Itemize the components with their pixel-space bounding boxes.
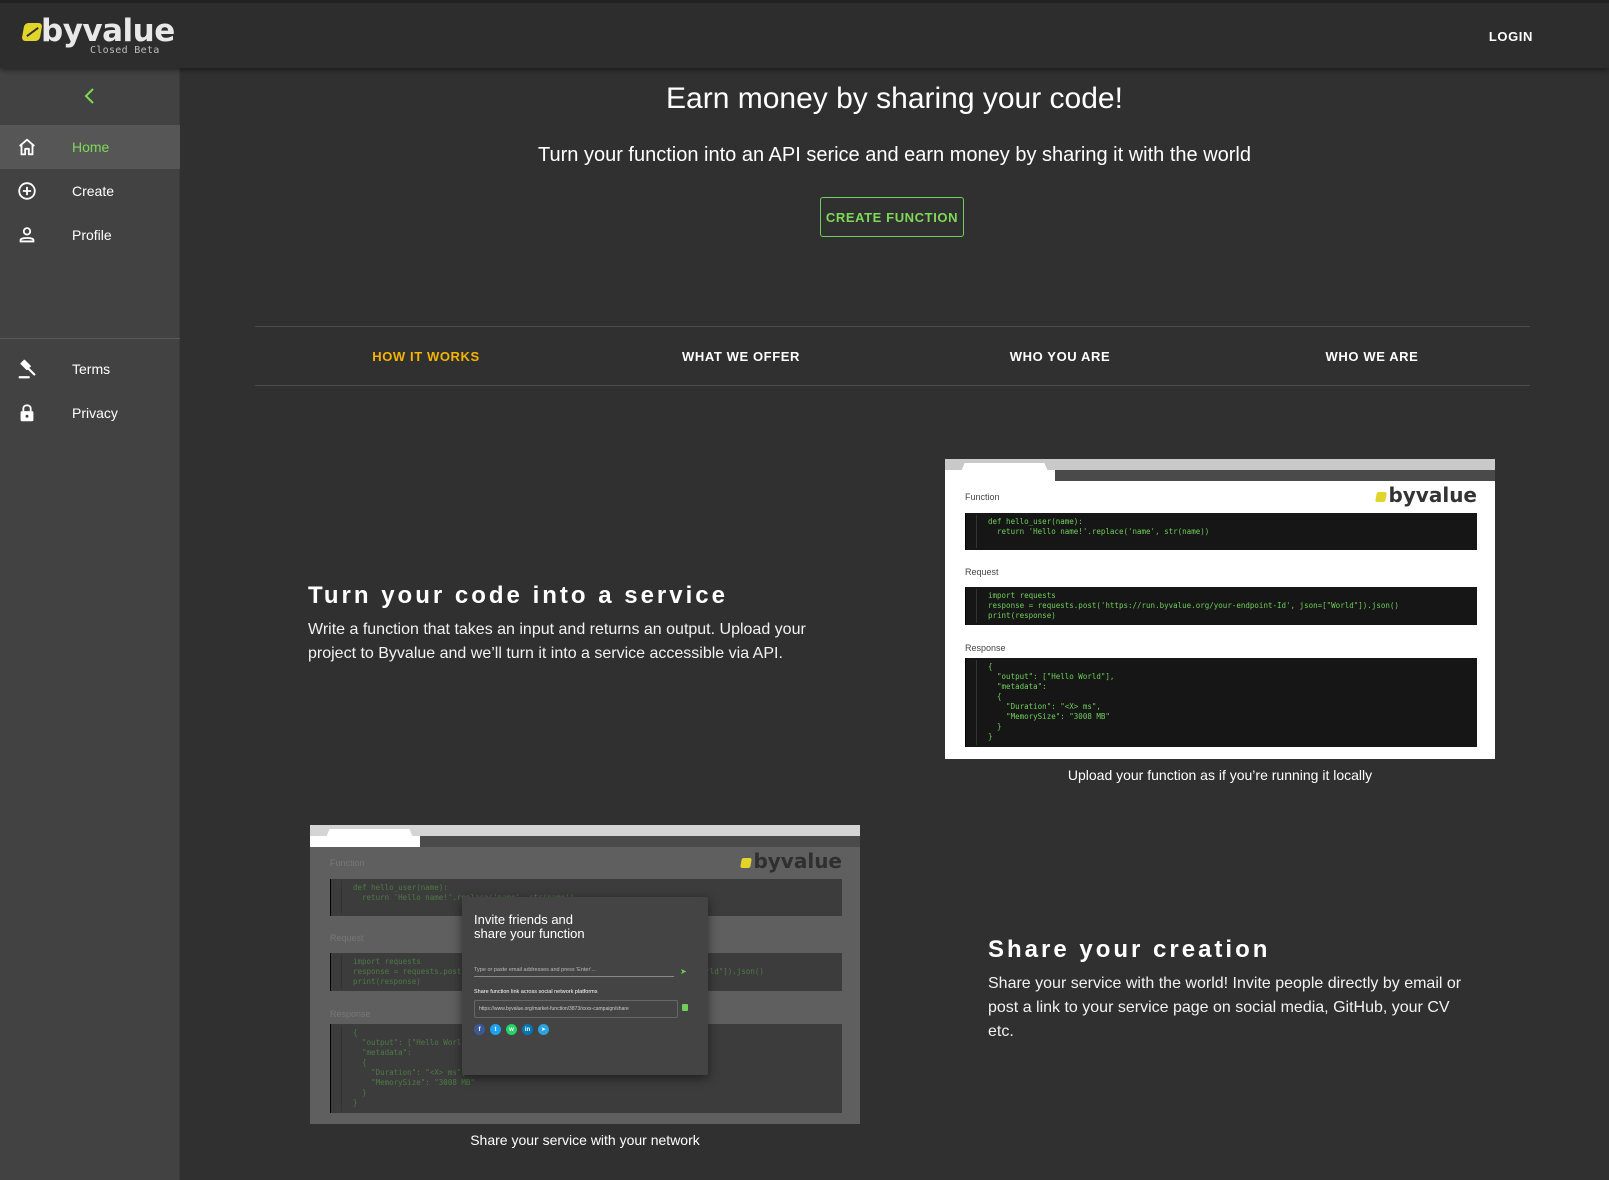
add-circle-icon: [18, 182, 36, 200]
sidebar-item-label: Home: [72, 139, 110, 155]
send-icon: ➤: [680, 967, 687, 976]
window-tab-bar: [310, 825, 860, 847]
tab-what-we-offer[interactable]: WHAT WE OFFER: [591, 327, 891, 385]
section-tabs: HOW IT WORKS WHAT WE OFFER WHO YOU ARE W…: [255, 326, 1530, 386]
screenshot-caption: Share your service with your network: [470, 1132, 700, 1148]
sidebar-collapse-button[interactable]: [0, 76, 180, 116]
logo-text: byvalue: [41, 13, 175, 49]
sidebar: Home Create Profile Terms Privacy: [0, 68, 180, 1180]
email-input-underline: [474, 976, 674, 977]
tab-who-you-are[interactable]: WHO YOU ARE: [910, 327, 1210, 385]
hero-subtitle: Turn your function into an API serice an…: [538, 144, 1251, 166]
logo-subtitle: Closed Beta: [90, 45, 160, 56]
chevron-left-icon: [84, 88, 94, 104]
sidebar-item-privacy[interactable]: Privacy: [0, 391, 180, 435]
byvalue-logo[interactable]: byvalue Closed Beta: [21, 13, 182, 57]
request-label: Request: [965, 567, 999, 577]
section-title: Share your creation: [988, 936, 1271, 963]
linkedin-icon: in: [522, 1024, 533, 1035]
logo-mark-icon: [21, 23, 43, 41]
person-icon: [19, 227, 35, 243]
tab-who-we-are[interactable]: WHO WE ARE: [1222, 327, 1522, 385]
hero-title: Earn money by sharing your code!: [666, 82, 1123, 115]
login-button[interactable]: LOGIN: [1489, 29, 1533, 44]
screenshot-caption: Upload your function as if you’re runnin…: [1067, 767, 1373, 783]
sidebar-item-label: Terms: [72, 361, 111, 377]
section-body: Share your service with the world! Invit…: [988, 975, 1462, 1040]
sidebar-item-label: Profile: [72, 227, 112, 243]
dialog-title: Invite friends and share your function: [474, 912, 585, 941]
mini-byvalue-logo: byvalue: [1375, 483, 1477, 507]
mini-logo-text: byvalue: [753, 849, 842, 873]
lock-icon: [20, 404, 34, 422]
invite-dialog: Invite friends and share your function T…: [462, 897, 708, 1075]
sidebar-item-label: Privacy: [72, 405, 118, 421]
mini-logo-text: byvalue: [1388, 483, 1477, 507]
share-label: Share function link across social networ…: [474, 989, 598, 995]
twitter-icon: t: [490, 1024, 501, 1035]
request-code-block: import requests response = requests.post…: [965, 587, 1477, 625]
share-function-screenshot: Function byvalue def hello_user(name): r…: [310, 825, 860, 1124]
request-label: Request: [330, 933, 364, 943]
sidebar-item-create[interactable]: Create: [0, 169, 180, 213]
function-code-block: def hello_user(name): return 'Hello name…: [965, 513, 1477, 550]
function-label: Function: [330, 858, 365, 868]
response-code-block: { "output": ["Hello World"], "metadata":…: [965, 658, 1477, 747]
logo-mark-icon: [1375, 492, 1388, 502]
sidebar-item-home[interactable]: Home: [0, 125, 180, 169]
app-header: byvalue Closed Beta LOGIN: [0, 0, 1609, 68]
response-label: Response: [965, 643, 1006, 653]
sidebar-divider: [0, 338, 180, 339]
response-label: Response: [330, 1009, 371, 1019]
whatsapp-icon: w: [506, 1024, 517, 1035]
email-input-placeholder: Type or paste email addresses and press …: [474, 967, 596, 973]
create-function-button[interactable]: CREATE FUNCTION: [820, 197, 964, 237]
copy-icon: [682, 1004, 688, 1011]
facebook-icon: f: [474, 1024, 485, 1035]
window-tab-bar: [945, 459, 1495, 481]
share-link: https://www.byvalue.org/market-function/…: [479, 1006, 629, 1012]
telegram-icon: ➤: [538, 1024, 549, 1035]
sidebar-item-profile[interactable]: Profile: [0, 213, 180, 257]
sidebar-item-terms[interactable]: Terms: [0, 347, 180, 391]
gavel-icon: [18, 359, 36, 379]
mini-byvalue-logo: byvalue: [740, 849, 842, 873]
function-label: Function: [965, 492, 1000, 502]
logo-mark-icon: [740, 858, 753, 868]
section-body: Write a function that takes an input and…: [308, 621, 806, 662]
section-title: Turn your code into a service: [308, 582, 728, 609]
upload-function-screenshot: Function byvalue def hello_user(name): r…: [945, 459, 1495, 759]
tab-how-it-works[interactable]: HOW IT WORKS: [276, 327, 576, 385]
sidebar-item-label: Create: [72, 183, 115, 199]
home-icon: [19, 138, 35, 156]
